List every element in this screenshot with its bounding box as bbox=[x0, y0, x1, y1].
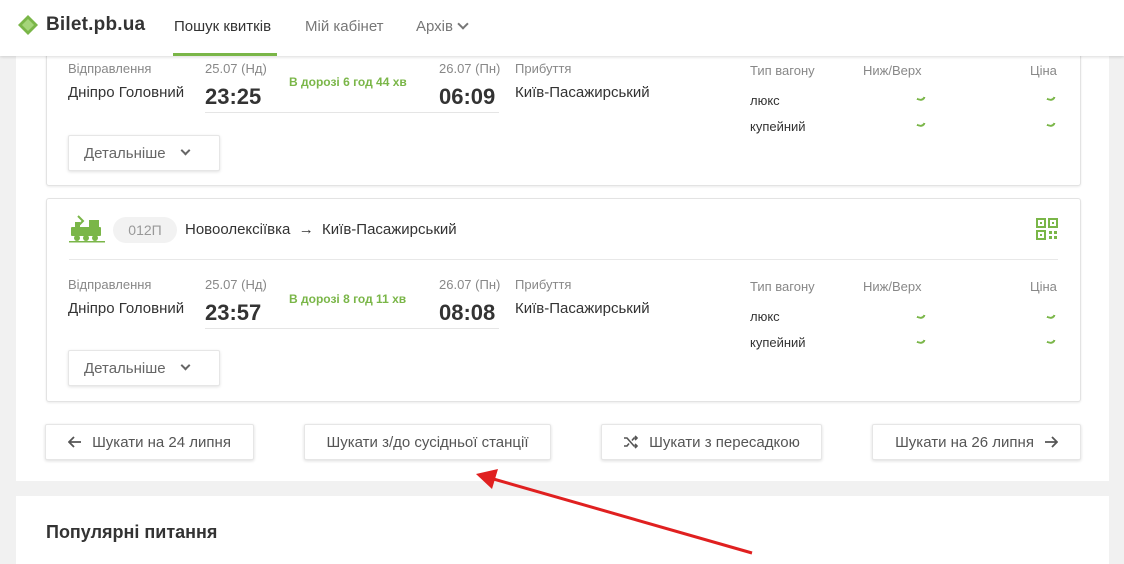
departure-label: Відправлення bbox=[68, 61, 152, 76]
travel-duration: В дорозі 8 год 11 хв bbox=[289, 292, 407, 306]
wagon-type-kupe[interactable]: купейний bbox=[750, 119, 806, 134]
search-with-transfer-button[interactable]: Шукати з пересадкою bbox=[601, 424, 822, 460]
chevron-down-icon bbox=[457, 18, 469, 30]
arrow-right-icon bbox=[1044, 436, 1058, 448]
berth-header: Ниж/Верх bbox=[863, 63, 922, 78]
search-next-day-button[interactable]: Шукати на 26 липня bbox=[872, 424, 1081, 460]
train-icon bbox=[69, 215, 105, 243]
departure-label: Відправлення bbox=[68, 277, 152, 292]
arrival-label: Прибуття bbox=[515, 61, 572, 76]
departure-time: 23:25 bbox=[205, 84, 262, 109]
train-card: Відправлення Дніпро Головний 25.07 (Нд) … bbox=[46, 48, 1081, 186]
wagon-type-lux[interactable]: люкс bbox=[750, 93, 780, 108]
travel-duration: В дорозі 6 год 44 хв bbox=[289, 75, 407, 89]
loading-icon bbox=[916, 313, 926, 320]
berth-header: Ниж/Верх bbox=[863, 279, 922, 294]
top-header: Bilet.pb.ua Пошук квитків Мій кабінет Ар… bbox=[0, 0, 1124, 56]
arrival-date: 26.07 (Пн) bbox=[439, 277, 501, 292]
arrival-label: Прибуття bbox=[515, 277, 572, 292]
departure-station: Дніпро Головний bbox=[68, 84, 185, 101]
qr-code-icon[interactable] bbox=[1036, 218, 1058, 240]
arrow-left-icon bbox=[68, 436, 82, 448]
chevron-down-icon bbox=[180, 145, 191, 155]
loading-icon bbox=[1046, 338, 1056, 345]
brand-name: Bilet.pb.ua bbox=[46, 14, 146, 35]
search-prev-day-label: Шукати на 24 липня bbox=[92, 433, 231, 451]
loading-icon bbox=[1046, 121, 1056, 128]
details-button[interactable]: Детальніше bbox=[68, 135, 220, 171]
divider bbox=[205, 112, 499, 113]
chevron-down-icon bbox=[180, 360, 191, 370]
route-from: Новоолексіївка bbox=[185, 221, 291, 238]
popular-questions-title: Популярні питання bbox=[46, 522, 218, 542]
arrival-station: Київ-Пасажирський bbox=[515, 84, 650, 101]
brand-logo[interactable]: Bilet.pb.ua bbox=[16, 14, 145, 36]
arrival-time: 08:08 bbox=[439, 300, 496, 325]
loading-icon bbox=[916, 95, 926, 102]
price-header: Ціна bbox=[1030, 63, 1057, 78]
logo-ticket-icon bbox=[18, 15, 38, 35]
loading-icon bbox=[1046, 95, 1056, 102]
details-button[interactable]: Детальніше bbox=[68, 350, 220, 386]
search-nearby-station-button[interactable]: Шукати з/до сусідньої станції bbox=[304, 424, 551, 460]
loading-icon bbox=[916, 121, 926, 128]
route-to: Київ-Пасажирський bbox=[322, 221, 457, 238]
arrival-time: 06:09 bbox=[439, 84, 496, 109]
route-arrow: → bbox=[298, 221, 314, 238]
shuffle-icon bbox=[624, 435, 639, 449]
wagon-type-header: Тип вагону bbox=[750, 279, 815, 294]
train-route: Новоолексіївка → Київ-Пасажирський bbox=[185, 221, 457, 238]
departure-date: 25.07 (Нд) bbox=[205, 61, 267, 76]
price-header: Ціна bbox=[1030, 279, 1057, 294]
details-button-label: Детальніше bbox=[84, 359, 166, 377]
arrival-date: 26.07 (Пн) bbox=[439, 61, 501, 76]
loading-icon bbox=[916, 338, 926, 345]
nav-archive[interactable]: Архів bbox=[416, 18, 469, 35]
popular-questions-panel: Популярні питання bbox=[16, 496, 1109, 564]
search-with-transfer-label: Шукати з пересадкою bbox=[649, 433, 800, 451]
loading-icon bbox=[1046, 313, 1056, 320]
departure-time: 23:57 bbox=[205, 300, 262, 325]
nav-my-cabinet[interactable]: Мій кабінет bbox=[305, 18, 384, 35]
search-nearby-station-label: Шукати з/до сусідньої станції bbox=[326, 433, 529, 451]
wagon-type-lux[interactable]: люкс bbox=[750, 309, 780, 324]
train-card: 012П Новоолексіївка → Київ-Пасажирський … bbox=[46, 198, 1081, 402]
arrival-station: Київ-Пасажирський bbox=[515, 300, 650, 317]
details-button-label: Детальніше bbox=[84, 144, 166, 162]
search-next-day-label: Шукати на 26 липня bbox=[895, 433, 1034, 451]
divider bbox=[205, 328, 499, 329]
search-prev-day-button[interactable]: Шукати на 24 липня bbox=[45, 424, 254, 460]
divider bbox=[69, 259, 1058, 260]
nav-ticket-search[interactable]: Пошук квитків bbox=[174, 18, 271, 35]
wagon-type-kupe[interactable]: купейний bbox=[750, 335, 806, 350]
departure-station: Дніпро Головний bbox=[68, 300, 185, 317]
departure-date: 25.07 (Нд) bbox=[205, 277, 267, 292]
train-number-badge: 012П bbox=[113, 217, 177, 243]
nav-archive-label: Архів bbox=[416, 18, 453, 35]
wagon-type-header: Тип вагону bbox=[750, 63, 815, 78]
nav-active-underline bbox=[173, 53, 277, 56]
